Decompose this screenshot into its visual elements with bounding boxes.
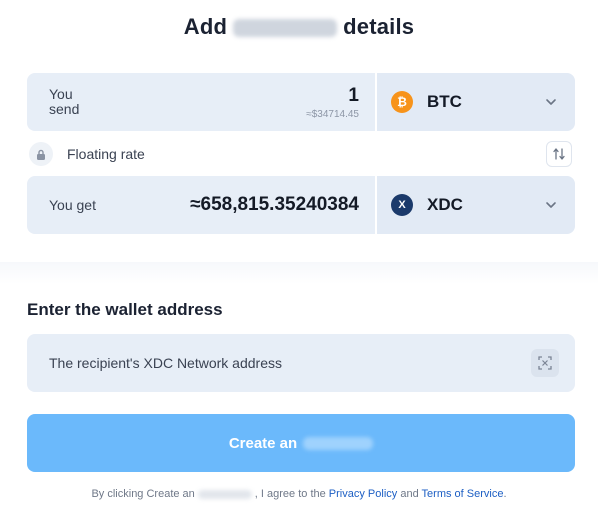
terms-notice: By clicking Create an , I agree to the Pr… (0, 488, 598, 500)
get-row: You get ≈658,815.35240384 X XDC (27, 176, 575, 234)
terms-middle: , I agree to the (254, 488, 326, 500)
blurred-word (303, 436, 374, 450)
send-amount-field[interactable]: You send 1 ≈$34714.45 (27, 73, 375, 131)
qr-scan-icon[interactable] (531, 349, 559, 377)
create-button-label: Create an (228, 434, 298, 452)
chevron-down-icon (546, 99, 556, 105)
blurred-word (197, 489, 252, 499)
wallet-address-input[interactable] (27, 334, 575, 392)
section-divider (0, 262, 598, 284)
terms-and: and (400, 488, 419, 500)
privacy-policy-link[interactable]: Privacy Policy (329, 488, 397, 500)
blurred-word (233, 19, 338, 38)
lock-icon[interactable] (29, 142, 53, 166)
send-currency-ticker: BTC (427, 92, 462, 111)
create-exchange-button[interactable]: Create an (27, 414, 575, 472)
terms-prefix: By clicking Create an (91, 488, 195, 500)
xdc-icon: X (391, 194, 413, 216)
rate-type-label: Floating rate (67, 146, 145, 162)
get-currency-select[interactable]: X XDC (377, 176, 575, 234)
rate-type-line: Floating rate (27, 141, 575, 167)
send-currency-select[interactable]: ₿ BTC (377, 73, 575, 131)
get-amount-field: You get ≈658,815.35240384 (27, 176, 375, 234)
title-prefix: Add (183, 14, 228, 39)
chevron-down-icon (546, 202, 556, 208)
bitcoin-icon: ₿ (391, 91, 413, 113)
send-amount[interactable]: 1 (306, 85, 359, 107)
send-label: You send (49, 86, 80, 117)
get-amount: ≈658,815.35240384 (190, 194, 359, 215)
send-amount-group: 1 ≈$34714.45 (306, 85, 359, 120)
wallet-section-title: Enter the wallet address (27, 300, 223, 319)
send-row: You send 1 ≈$34714.45 ₿ BTC (27, 73, 575, 131)
page-title: Add details (0, 14, 598, 40)
title-suffix: details (343, 14, 415, 39)
usd-estimate: ≈$34714.45 (306, 108, 359, 120)
swap-arrows-icon[interactable] (546, 141, 572, 167)
terms-suffix: . (503, 488, 507, 500)
terms-of-service-link[interactable]: Terms of Service (422, 488, 504, 500)
get-label: You get (49, 196, 96, 213)
get-currency-ticker: XDC (427, 195, 463, 214)
